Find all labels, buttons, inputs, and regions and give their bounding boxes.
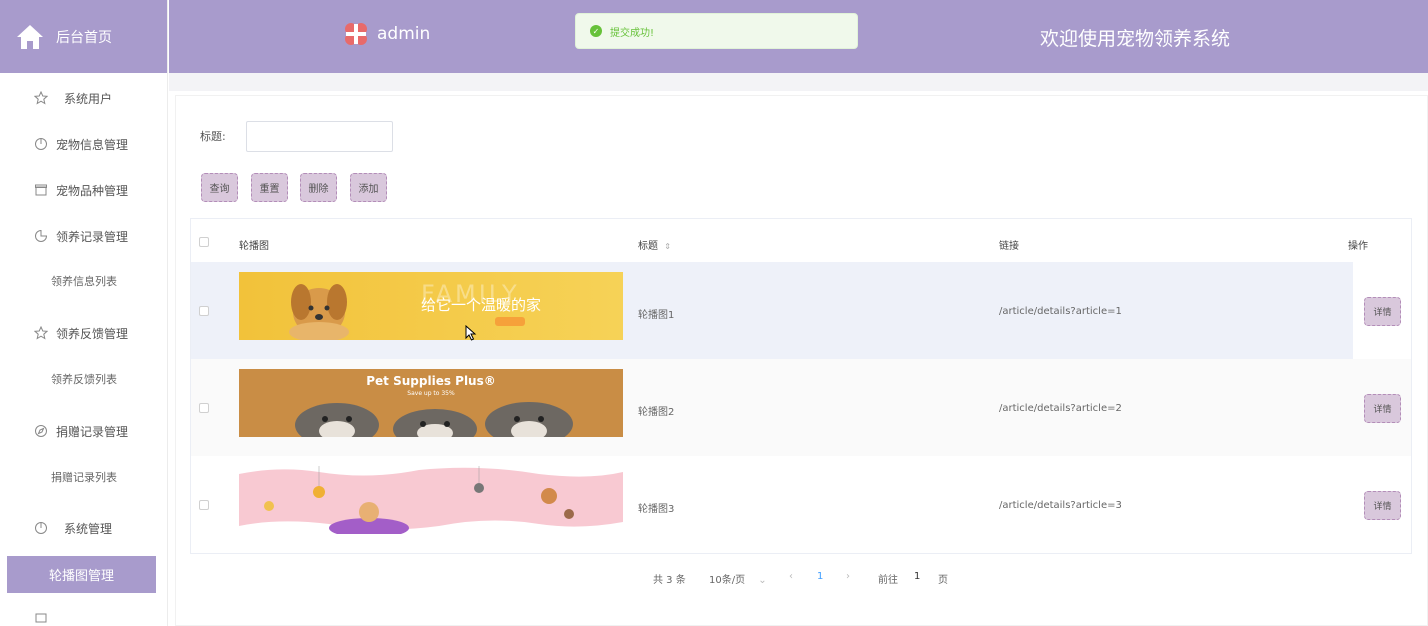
- row-link: /article/details?article=1: [999, 306, 1122, 317]
- goto-label: 前往: [878, 575, 898, 586]
- sidebar-item-carousel-management[interactable]: 轮播图管理: [7, 556, 156, 593]
- row-checkbox[interactable]: [199, 403, 209, 413]
- add-button[interactable]: 添加: [350, 173, 387, 202]
- carousel-image-2: Pet Supplies Plus® Save up to 35%: [239, 369, 623, 437]
- sidebar-home[interactable]: 后台首页: [0, 0, 167, 73]
- sidebar-item-donation-records[interactable]: 捐赠记录管理: [0, 411, 168, 451]
- sidebar-item-pet-breed[interactable]: 宠物品种管理: [0, 170, 168, 210]
- sidebar-item-adoption-records[interactable]: 领养记录管理: [0, 216, 168, 256]
- sidebar-item-adoption-feedback[interactable]: 领养反馈管理: [0, 313, 168, 353]
- banner-badge: [495, 317, 525, 326]
- box-icon: [34, 610, 48, 624]
- sidebar-subitem-donation-list[interactable]: 捐赠记录列表: [0, 457, 168, 497]
- pager-total: 共 3 条: [653, 575, 686, 586]
- row-checkbox[interactable]: [199, 500, 209, 510]
- search-input[interactable]: [246, 121, 393, 152]
- prev-page-button[interactable]: ‹: [789, 571, 793, 582]
- welcome-title: 欢迎使用宠物领养系统: [1040, 28, 1231, 50]
- brand: admin: [343, 21, 430, 47]
- sidebar-home-label: 后台首页: [56, 29, 112, 46]
- row-link: /article/details?article=2: [999, 403, 1122, 414]
- brand-name: admin: [377, 24, 431, 44]
- cursor-icon: [465, 325, 477, 341]
- success-toast: ✓ 提交成功!: [575, 13, 858, 49]
- star-icon: [34, 91, 48, 105]
- sidebar-item-pet-info[interactable]: 宠物信息管理: [0, 124, 168, 164]
- pie-icon: [34, 229, 48, 243]
- sidebar-item-label: 领养反馈管理: [56, 326, 129, 341]
- search-label: 标题:: [200, 130, 226, 143]
- logo-icon: [345, 23, 367, 45]
- row-link: /article/details?article=3: [999, 500, 1122, 511]
- sidebar-item-label: 捐赠记录管理: [56, 424, 129, 439]
- delete-button[interactable]: 删除: [300, 173, 337, 202]
- sidebar-item-system-users[interactable]: 系统用户: [0, 78, 168, 118]
- sidebar-item-label: 轮播图管理: [48, 569, 114, 584]
- carousel-image-3: [239, 466, 623, 534]
- row-title: 轮播图1: [638, 310, 675, 321]
- page-size-value: 10条/页: [709, 575, 746, 586]
- carousel-image-1: FAMILY 给它一个温暖的家: [239, 272, 623, 340]
- detail-button[interactable]: 详情: [1364, 394, 1401, 423]
- sidebar-item-partial: [0, 608, 168, 626]
- banner-slogan: 给它一个温暖的家: [421, 296, 542, 314]
- star-icon: [34, 326, 48, 340]
- sidebar-item-label: 系统管理: [64, 521, 113, 536]
- cats-illustration: [239, 466, 623, 534]
- carousel-table: 轮播图 标题 ⇕ 链接 操作 FAMILY 给它一个温暖的家 轮播图1 /art…: [190, 218, 1412, 554]
- sidebar-item-label: 宠物品种管理: [56, 183, 129, 198]
- box-icon: [34, 183, 48, 197]
- sort-icon[interactable]: ⇕: [664, 242, 671, 251]
- chevron-down-icon: ⌄: [758, 575, 767, 586]
- row-title: 轮播图3: [638, 504, 675, 515]
- goto-input[interactable]: 1: [914, 571, 920, 582]
- page-size-select[interactable]: 10条/页 ⌄: [709, 571, 767, 586]
- home-icon: [17, 24, 43, 49]
- header-separator: [169, 73, 1428, 91]
- sidebar-item-label: 领养记录管理: [56, 229, 129, 244]
- pie-icon: [34, 521, 48, 535]
- row-title: 轮播图2: [638, 407, 675, 418]
- next-page-button[interactable]: ›: [846, 571, 850, 582]
- page-number[interactable]: 1: [817, 571, 823, 582]
- page-suffix: 页: [938, 575, 948, 586]
- sidebar-item-label: 领养信息列表: [51, 275, 117, 288]
- header-image: 轮播图: [239, 241, 269, 252]
- check-circle-icon: ✓: [590, 25, 602, 37]
- table-row[interactable]: Pet Supplies Plus® Save up to 35% 轮播图2 /…: [191, 359, 1411, 456]
- sidebar-item-label: 宠物信息管理: [56, 137, 129, 152]
- pie-icon: [34, 137, 48, 151]
- sidebar-subitem-feedback-list[interactable]: 领养反馈列表: [0, 359, 168, 399]
- sidebar-item-system-management[interactable]: 系统管理: [0, 508, 168, 548]
- table-row[interactable]: FAMILY 给它一个温暖的家 轮播图1 /article/details?ar…: [191, 262, 1411, 359]
- header-link: 链接: [999, 241, 1019, 252]
- header-action: 操作: [1348, 241, 1368, 252]
- compass-icon: [34, 424, 48, 438]
- header-title[interactable]: 标题 ⇕: [638, 237, 671, 252]
- detail-button[interactable]: 详情: [1364, 491, 1401, 520]
- top-header: admin ✓ 提交成功! 欢迎使用宠物领养系统: [169, 0, 1428, 73]
- kittens-illustration: [295, 402, 573, 437]
- select-all-checkbox[interactable]: [199, 237, 209, 247]
- sidebar: 后台首页 系统用户 宠物信息管理 宠物品种管理 领养记录管理 领养信息列表 领养…: [0, 0, 168, 626]
- query-button[interactable]: 查询: [201, 173, 238, 202]
- toast-message: 提交成功!: [610, 27, 655, 39]
- sidebar-item-label: 系统用户: [64, 91, 113, 106]
- reset-button[interactable]: 重置: [251, 173, 288, 202]
- sidebar-item-label: 领养反馈列表: [51, 373, 117, 386]
- row-checkbox[interactable]: [199, 306, 209, 316]
- sidebar-subitem-adoption-info-list[interactable]: 领养信息列表: [0, 261, 168, 301]
- header-title-text: 标题: [638, 241, 658, 252]
- detail-button[interactable]: 详情: [1364, 297, 1401, 326]
- sidebar-item-label: 捐赠记录列表: [51, 471, 117, 484]
- table-row[interactable]: 轮播图3 /article/details?article=3 详情: [191, 456, 1411, 553]
